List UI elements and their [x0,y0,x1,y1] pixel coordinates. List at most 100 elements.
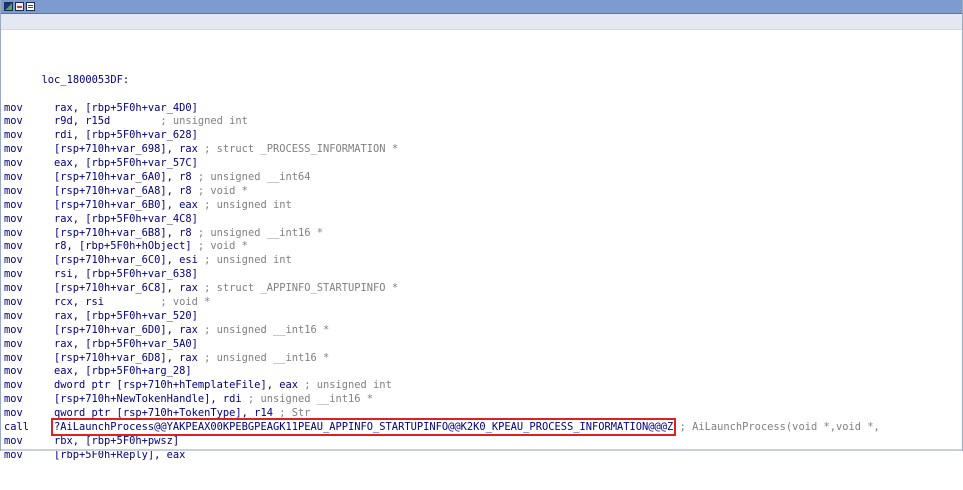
instruction-comment: ; Str [272,407,311,420]
instruction-line[interactable]: mov rsi, [rbp+5F0h+var_638] [4,268,962,282]
code-label-line[interactable]: loc_1800053DF: [4,60,962,86]
instruction-line[interactable]: mov rax, [rbp+5F0h+var_520] [4,310,962,324]
instruction-mnemonic: mov [4,240,23,253]
instruction-operands: [rsp+710h+var_6D0], rax [54,323,198,336]
ida-graph-icon[interactable] [4,2,13,11]
instruction-mnemonic: mov [4,407,23,420]
instruction-operands: r8, [rbp+5F0h+hObject] [54,240,192,253]
instruction-line[interactable]: mov rax, [rbp+5F0h+var_4C8] [4,213,962,227]
instruction-comment: ; unsigned __int16 * [191,226,324,239]
view-header-bar [1,14,962,30]
instruction-operands: qword ptr [rsp+710h+TokenType], r14 [54,407,273,420]
instruction-line[interactable]: mov rdi, [rbp+5F0h+var_628] [4,129,962,143]
instruction-mnemonic: mov [4,295,23,308]
instruction-comment: ; unsigned int [197,198,292,211]
breakpoint-icon[interactable] [15,2,24,11]
instruction-comment: ; unsigned __int16 * [197,323,330,336]
instruction-mnemonic: mov [4,157,23,170]
instruction-operands: [rsp+710h+var_6A0], r8 [54,170,192,183]
instruction-line[interactable]: mov dword ptr [rsp+710h+hTemplateFile], e… [4,379,962,393]
instruction-mnemonic: mov [4,434,23,447]
instruction-operands: dword ptr [rsp+710h+hTemplateFile], eax [54,379,298,392]
instruction-mnemonic: mov [4,268,23,281]
instruction-operands: rax, [rbp+5F0h+var_4C8] [54,212,198,225]
instruction-comment: ; unsigned int [110,115,248,128]
highlighted-call-target[interactable]: ?AiLaunchProcess@@YAKPEAX00KPEBGPEAGK11P… [50,418,677,436]
instruction-line[interactable]: mov [rsp+710h+NewTokenHandle], rdi ; unsi… [4,393,962,407]
instruction-operands: eax, [rbp+5F0h+var_57C] [54,157,198,170]
instruction-comment: ; void * [191,184,248,197]
instruction-comment: ; AiLaunchProcess(void *,void *, [673,421,880,433]
code-label[interactable]: loc_1800053DF: [42,74,130,86]
instruction-line[interactable]: mov [rsp+710h+var_6B8], r8 ; unsigned __i… [4,227,962,241]
instruction-line[interactable]: mov [rsp+710h+var_6D0], rax ; unsigned __… [4,324,962,338]
instruction-operands: rax, [rbp+5F0h+var_5A0] [54,337,198,350]
instruction-comment: ; struct _PROCESS_INFORMATION * [197,143,399,156]
instruction-operands: [rsp+710h+var_6D8], rax [54,351,198,364]
instruction-line[interactable]: mov [rsp+710h+var_6C8], rax ; struct _APP… [4,282,962,296]
instruction-operands: [rsp+710h+var_6C0], esi [54,254,198,267]
instruction-line[interactable]: mov rax, [rbp+5F0h+var_4D0] [4,102,962,116]
instruction-line[interactable]: mov eax, [rbp+5F0h+arg_28] [4,365,962,379]
instruction-line[interactable]: mov [rsp+710h+var_6C0], esi ; unsigned in… [4,254,962,268]
instruction-comment: ; unsigned int [297,379,392,392]
instruction-mnemonic: mov [4,254,23,267]
instruction-operands: [rsp+710h+var_6B8], r8 [54,226,192,239]
instruction-mnemonic: mov [4,170,23,183]
instruction-operands: r9d, r15d [54,115,111,128]
instruction-mnemonic: mov [4,309,23,322]
instruction-operands: rax, [rbp+5F0h+var_520] [54,309,198,322]
instruction-comment: ; unsigned __int16 * [197,351,330,364]
window-titlebar [1,0,962,14]
instruction-mnemonic: mov [4,337,23,350]
instruction-operands: rsi, [rbp+5F0h+var_638] [54,268,198,281]
instruction-operands: [rsp+710h+NewTokenHandle], rdi [54,393,242,406]
instruction-mnemonic: call [4,421,30,433]
instruction-mnemonic: mov [4,226,23,239]
instruction-operands: eax, [rbp+5F0h+arg_28] [54,365,192,378]
instruction-line[interactable]: mov [rsp+710h+var_698], rax ; struct _PRO… [4,143,962,157]
instruction-operands: rdi, [rbp+5F0h+var_628] [54,129,198,142]
instruction-mnemonic: mov [4,379,23,392]
disassembly-listing[interactable]: loc_1800053DF: mov rax, [rbp+5F0h+var_4D0… [4,32,962,490]
instruction-line[interactable]: mov rcx, rsi ; void * [4,296,962,310]
instruction-mnemonic: mov [4,101,23,114]
instruction-comment: ; void * [191,240,248,253]
disassembly-window: loc_1800053DF: mov rax, [rbp+5F0h+var_4D0… [0,0,963,461]
instruction-mnemonic: mov [4,282,23,295]
instruction-mnemonic: mov [4,323,23,336]
instruction-line[interactable]: mov rbx, [rbp+5F0h+pwsz] [4,435,962,449]
instruction-line[interactable]: call ?AiLaunchProcess@@YAKPEAX00KPEBGPEAG… [4,418,962,436]
instruction-comment: ; void * [104,295,211,308]
text-view-icon[interactable] [26,2,35,11]
instruction-mnemonic: mov [4,115,23,128]
instruction-comment: ; unsigned __int16 * [241,393,374,406]
instruction-line[interactable]: mov [rsp+710h+var_6A8], r8 ; void * [4,185,962,199]
instruction-operands: rcx, rsi [54,295,105,308]
instruction-line[interactable]: mov qword ptr [rsp+710h+TokenType], r14 ;… [4,407,962,421]
instruction-comment: ; struct _APPINFO_STARTUPINFO * [197,282,399,295]
instruction-line[interactable]: mov rax, [rbp+5F0h+var_5A0] [4,338,962,352]
instruction-comment: ; unsigned int [197,254,292,267]
instruction-operands: [rsp+710h+var_6C8], rax [54,282,198,295]
instruction-mnemonic: mov [4,129,23,142]
instruction-mnemonic: mov [4,198,23,211]
instruction-mnemonic: mov [4,184,23,197]
instruction-line[interactable]: mov r8, [rbp+5F0h+hObject] ; void * [4,240,962,254]
instruction-comment: ; unsigned __int64 [191,170,311,183]
instruction-operands: [rsp+710h+var_6A8], r8 [54,184,192,197]
instruction-line[interactable]: mov r9d, r15d ; unsigned int [4,115,962,129]
instruction-operands: rbx, [rbp+5F0h+pwsz] [54,434,180,447]
instruction-line[interactable]: mov [rsp+710h+var_6A0], r8 ; unsigned __i… [4,171,962,185]
instruction-operands: rax, [rbp+5F0h+var_4D0] [54,101,198,114]
instruction-operands: [rsp+710h+var_698], rax [54,143,198,156]
instruction-mnemonic: mov [4,351,23,364]
instruction-mnemonic: mov [4,393,23,406]
instruction-mnemonic: mov [4,212,23,225]
instruction-line[interactable]: mov [rsp+710h+var_6B0], eax ; unsigned in… [4,199,962,213]
instruction-line[interactable]: mov [rsp+710h+var_6D8], rax ; unsigned __… [4,352,962,366]
instruction-mnemonic: mov [4,365,23,378]
instruction-operands: [rsp+710h+var_6B0], eax [54,198,198,211]
instruction-mnemonic: mov [4,143,23,156]
instruction-line[interactable]: mov eax, [rbp+5F0h+var_57C] [4,157,962,171]
